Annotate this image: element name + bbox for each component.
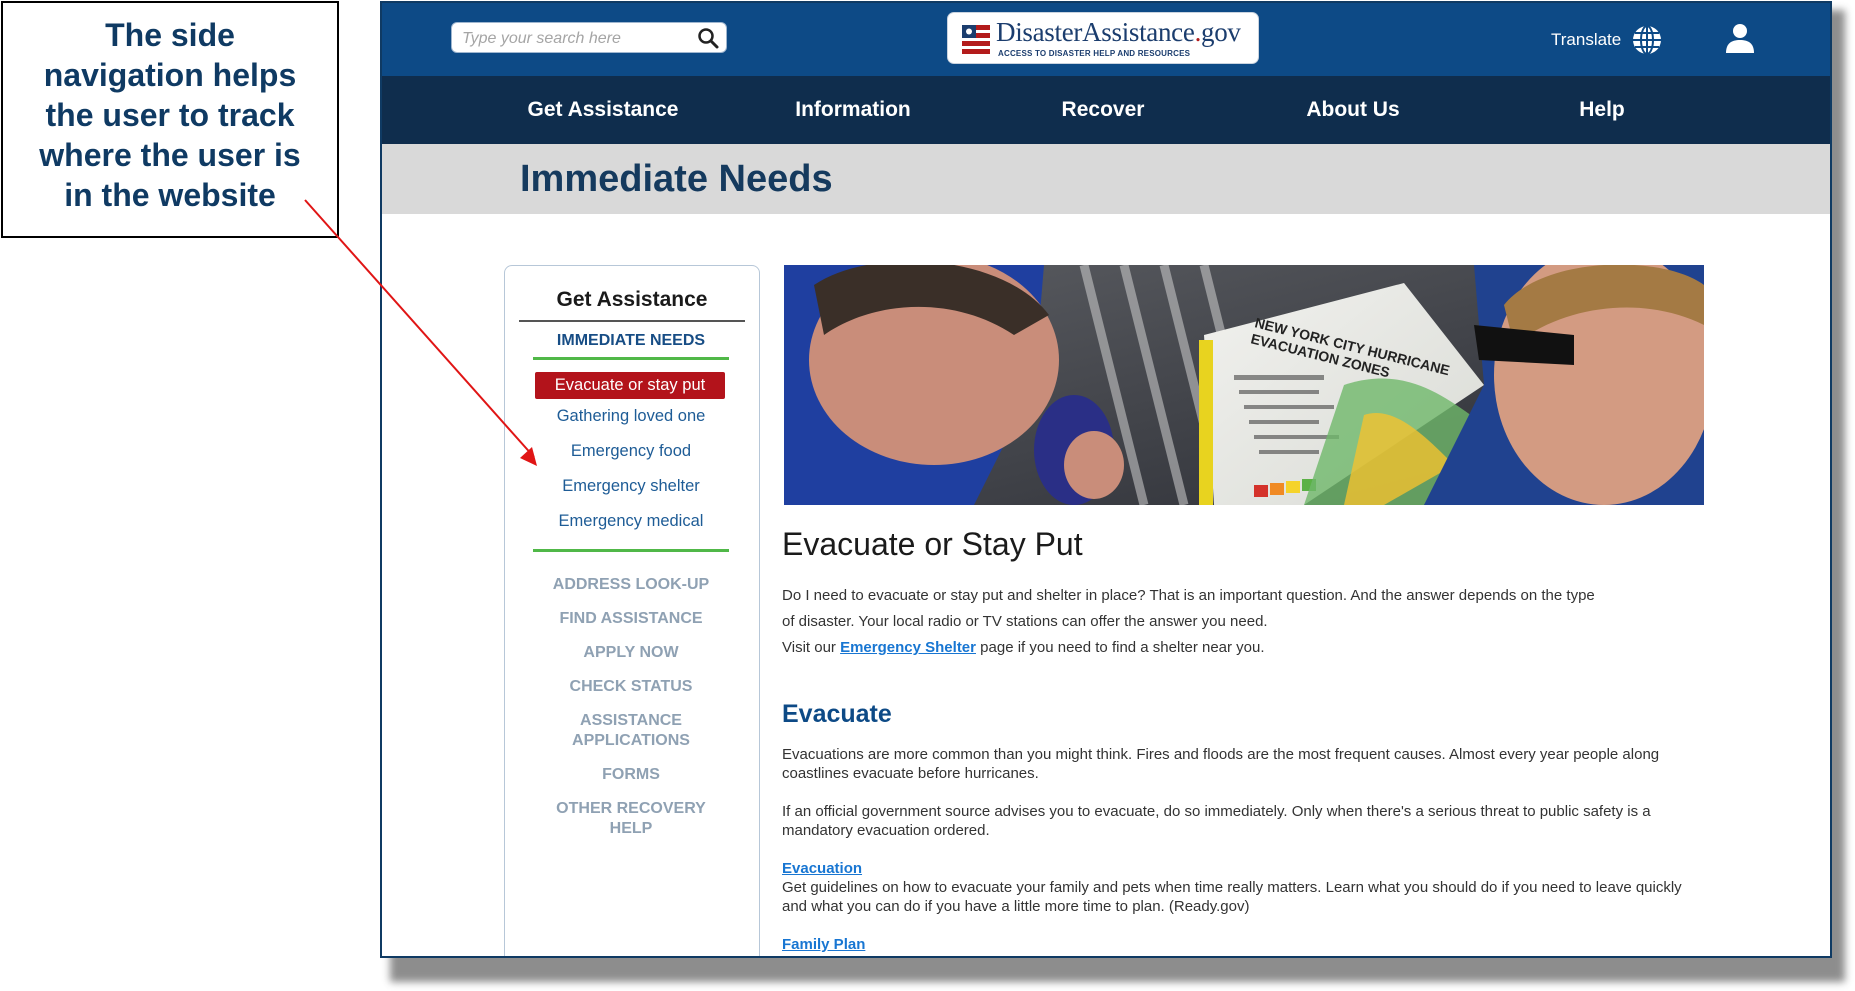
sidebar-section-other-recovery-help[interactable]: OTHER RECOVERY HELP bbox=[547, 799, 715, 839]
sidebar-divider bbox=[533, 549, 729, 552]
intro-line-2: of disaster. Your local radio or TV stat… bbox=[782, 613, 1268, 630]
visit-line: Visit our Emergency Shelter page if you … bbox=[782, 639, 1265, 656]
sidebar-item-emergency-food[interactable]: Emergency food bbox=[533, 442, 729, 461]
globe-icon bbox=[1633, 25, 1662, 55]
page-title: Immediate Needs bbox=[520, 158, 833, 200]
sidebar-section-apply-now[interactable]: APPLY NOW bbox=[525, 643, 737, 663]
search-box bbox=[451, 22, 727, 54]
sidebar-section-address-lookup[interactable]: ADDRESS LOOK-UP bbox=[525, 575, 737, 595]
intro-line-1: Do I need to evacuate or stay put and sh… bbox=[782, 587, 1595, 604]
sidebar-section-forms[interactable]: FORMS bbox=[525, 765, 737, 785]
website-screenshot: DisasterAssistance.gov ACCESS TO DISASTE… bbox=[380, 1, 1832, 958]
sidebar-section-check-status[interactable]: CHECK STATUS bbox=[525, 677, 737, 697]
translate-label: Translate bbox=[1551, 30, 1622, 49]
callout-text: The side navigation helps the user to tr… bbox=[39, 16, 301, 213]
nav-about-us[interactable]: About Us bbox=[1306, 76, 1399, 144]
page-title-band: Immediate Needs bbox=[382, 144, 1830, 214]
evacuate-paragraph-2: If an official government source advises… bbox=[782, 803, 1651, 839]
flag-logo-icon bbox=[960, 22, 992, 56]
sidebar-item-evacuate-active[interactable]: Evacuate or stay put bbox=[535, 372, 725, 399]
hero-illustration: NEW YORK CITY HURRICANE EVACUATION ZONES bbox=[784, 265, 1704, 505]
main-navigation: Get Assistance Information Recover About… bbox=[382, 76, 1830, 144]
family-plan-link[interactable]: Family Plan bbox=[782, 936, 865, 953]
user-account-icon[interactable] bbox=[1724, 21, 1756, 55]
evacuate-heading: Evacuate bbox=[782, 700, 892, 728]
sidebar-item-emergency-shelter[interactable]: Emergency shelter bbox=[533, 477, 729, 496]
site-logo[interactable]: DisasterAssistance.gov ACCESS TO DISASTE… bbox=[947, 12, 1259, 64]
hero-photo: NEW YORK CITY HURRICANE EVACUATION ZONES bbox=[784, 265, 1704, 505]
logo-text: DisasterAssistance.gov bbox=[996, 17, 1241, 47]
side-navigation: Get Assistance IMMEDIATE NEEDS Evacuate … bbox=[504, 265, 760, 956]
search-input[interactable] bbox=[460, 23, 694, 54]
sidebar-category-immediate-needs[interactable]: IMMEDIATE NEEDS bbox=[533, 328, 729, 360]
logo-tagline: ACCESS TO DISASTER HELP AND RESOURCES bbox=[998, 49, 1191, 58]
nav-recover[interactable]: Recover bbox=[1062, 76, 1145, 144]
content-title: Evacuate or Stay Put bbox=[782, 526, 1083, 562]
evacuate-paragraph-1: Evacuations are more common than you mig… bbox=[782, 746, 1660, 782]
nav-help[interactable]: Help bbox=[1579, 76, 1625, 144]
nav-get-assistance[interactable]: Get Assistance bbox=[528, 76, 679, 144]
sidebar-section-assistance-applications[interactable]: ASSISTANCE APPLICATIONS bbox=[553, 711, 709, 751]
sidebar-section-find-assistance[interactable]: FIND ASSISTANCE bbox=[525, 609, 737, 629]
sidebar-heading[interactable]: Get Assistance bbox=[519, 288, 745, 322]
search-icon[interactable] bbox=[696, 26, 720, 50]
top-header: DisasterAssistance.gov ACCESS TO DISASTE… bbox=[382, 3, 1830, 76]
emergency-shelter-link[interactable]: Emergency Shelter bbox=[840, 639, 976, 656]
sidebar-item-emergency-medical[interactable]: Emergency medical bbox=[533, 512, 729, 531]
sidebar-item-gathering-loved-one[interactable]: Gathering loved one bbox=[533, 407, 729, 426]
nav-information[interactable]: Information bbox=[795, 76, 911, 144]
evacuation-description: Get guidelines on how to evacuate your f… bbox=[782, 879, 1682, 915]
annotation-callout: The side navigation helps the user to tr… bbox=[1, 1, 339, 238]
evacuation-link[interactable]: Evacuation bbox=[782, 860, 862, 877]
translate-button[interactable]: Translate bbox=[1551, 25, 1663, 55]
